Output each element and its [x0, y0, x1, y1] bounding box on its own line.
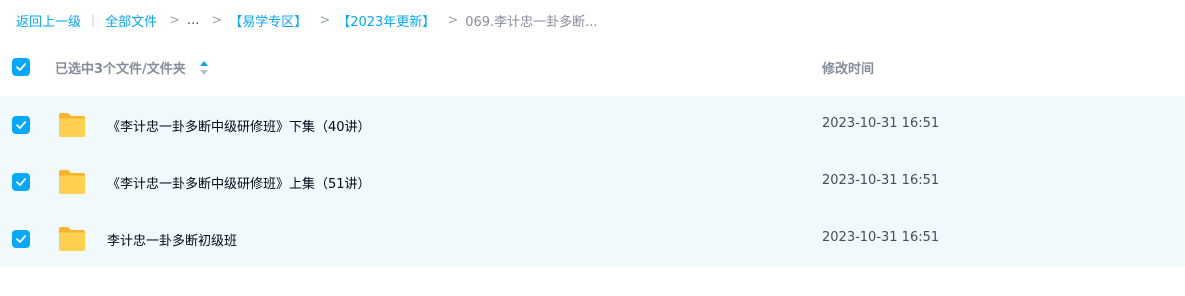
chevron-right-icon: > — [447, 12, 459, 28]
file-row[interactable]: 李计忠一卦多断初级班 2023-10-31 16:51 — [0, 210, 1185, 267]
chevron-right-icon: > — [319, 12, 331, 28]
modified-time-header[interactable]: 修改时间 — [822, 58, 874, 77]
folder-icon — [59, 170, 85, 194]
breadcrumb-current: 069.李计忠一卦多断... — [465, 14, 598, 30]
breadcrumb-ellipsis[interactable]: ... — [187, 13, 199, 28]
file-row[interactable]: 《李计忠一卦多断中级研修班》上集（51讲） 2023-10-31 16:51 — [0, 153, 1185, 210]
row-checkbox[interactable] — [12, 116, 30, 134]
folder-icon — [59, 113, 85, 137]
checkmark-icon — [16, 178, 27, 186]
chevron-right-icon: > — [211, 12, 223, 28]
modified-time: 2023-10-31 16:51 — [822, 116, 940, 131]
selection-count-label: 已选中3个文件/文件夹 — [55, 62, 186, 77]
checkmark-icon — [16, 63, 27, 71]
row-checkbox[interactable] — [12, 230, 30, 248]
modified-time: 2023-10-31 16:51 — [822, 173, 940, 188]
checkmark-icon — [16, 235, 27, 243]
breadcrumb-divider: | — [91, 13, 96, 27]
file-row[interactable]: 《李计忠一卦多断中级研修班》下集（40讲） 2023-10-31 16:51 — [0, 96, 1185, 153]
checkmark-icon — [16, 121, 27, 129]
file-name[interactable]: 李计忠一卦多断初级班 — [107, 230, 237, 249]
sort-icon[interactable] — [199, 60, 209, 76]
breadcrumb-level-1[interactable]: 【易学专区】 — [229, 11, 307, 30]
select-all-checkbox[interactable] — [12, 58, 30, 76]
file-list-header: 已选中3个文件/文件夹 修改时间 — [0, 45, 1185, 89]
breadcrumb-all-files[interactable]: 全部文件 — [105, 11, 157, 30]
folder-icon — [59, 227, 85, 251]
chevron-right-icon: > — [169, 12, 180, 28]
back-link[interactable]: 返回上一级 — [16, 11, 81, 30]
breadcrumb-level-2[interactable]: 【2023年更新】 — [337, 11, 435, 30]
file-name[interactable]: 《李计忠一卦多断中级研修班》上集（51讲） — [107, 173, 371, 192]
breadcrumb: 返回上一级 | 全部文件 > ... > 【易学专区】 > 【2023年更新】 … — [16, 10, 598, 30]
file-name[interactable]: 《李计忠一卦多断中级研修班》下集（40讲） — [107, 116, 371, 135]
modified-time: 2023-10-31 16:51 — [822, 230, 940, 245]
row-checkbox[interactable] — [12, 173, 30, 191]
